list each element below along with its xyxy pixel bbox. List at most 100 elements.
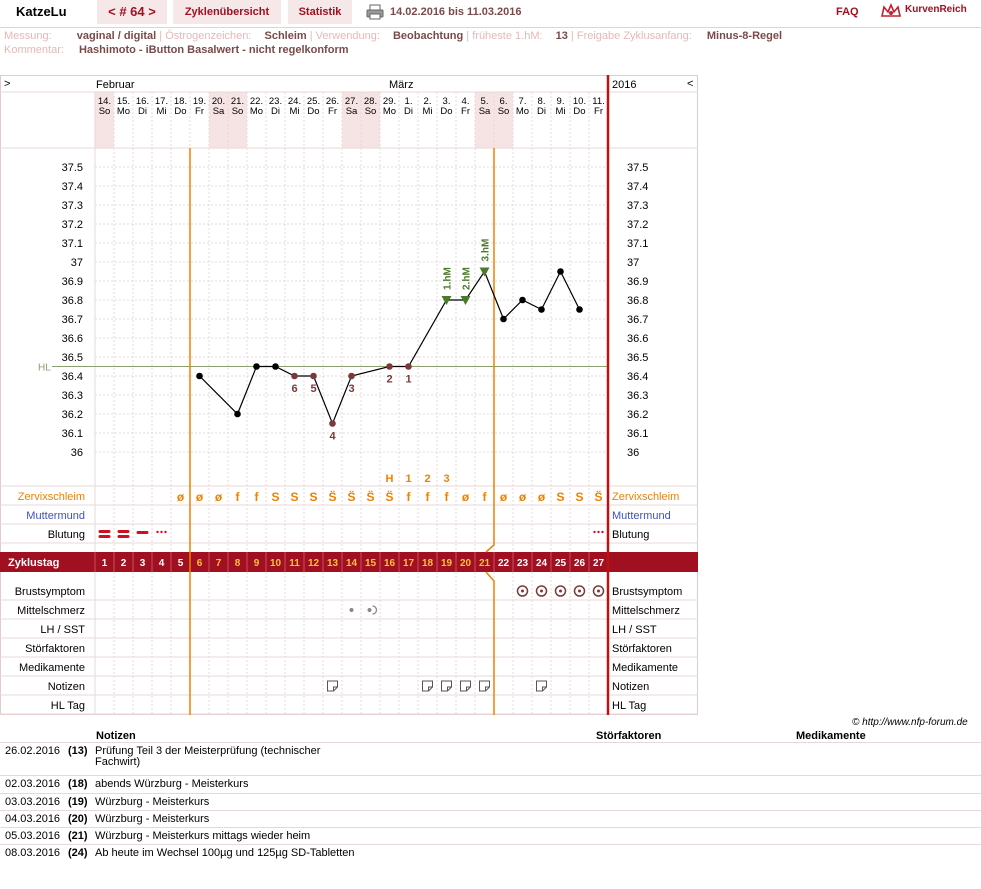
bleeding-spotting (593, 530, 596, 534)
cycle-day-number: 24 (536, 558, 548, 569)
y-tick-label-right: 37.5 (627, 162, 648, 174)
cycle-day-number: 18 (422, 558, 434, 569)
y-tick-label-left: 37 (71, 257, 83, 269)
y-tick-label-left: 36.7 (62, 314, 83, 326)
y-tick-label-left: 36.8 (62, 295, 83, 307)
y-tick-label-left: 37.3 (62, 200, 83, 212)
temperature-point (519, 296, 526, 304)
zervix-symbol: S (556, 490, 564, 504)
y-tick-label-right: 36.1 (627, 428, 648, 440)
cycle-nav[interactable]: < # 64 > (97, 0, 167, 24)
y-tick-label-right: 36.6 (627, 333, 648, 345)
crown-logo-icon[interactable] (880, 2, 902, 22)
note-text: Würzburg - Meisterkurs (95, 813, 210, 825)
cycle-day-number: 11 (289, 558, 300, 569)
cycle-day-number: 4 (159, 558, 165, 569)
point-count-label: 6 (291, 383, 297, 395)
row-label-mittel: Mittelschmerz (17, 605, 85, 617)
cycle-day-number: 25 (555, 558, 567, 569)
point-count-label: 1 (405, 374, 411, 386)
bleeding-heavy (117, 530, 130, 533)
cycle-day-number: 7 (216, 558, 222, 569)
zervix-symbol: ø (500, 490, 508, 504)
row-label-right-lh: LH / SST (612, 624, 657, 636)
y-tick-label-right: 36.2 (627, 409, 648, 421)
row-label-right-muttermund: Muttermund (612, 510, 671, 522)
tab-statistik[interactable]: Statistik (288, 0, 352, 24)
y-tick-label-right: 37.4 (627, 181, 648, 193)
temperature-point (253, 363, 260, 370)
y-tick-label-left: 37.5 (62, 162, 83, 174)
note-row: 02.03.2016 (18) abends Würzburg - Meisterk… (0, 775, 981, 792)
bleeding-spotting (597, 530, 600, 534)
nav-left: > (4, 78, 10, 90)
date-range: 14.02.2016 bis 11.03.2016 (390, 6, 522, 18)
zervix-symbol: S̈ (594, 489, 602, 504)
cycle-day-number: 2 (121, 558, 127, 569)
note-text: Würzburg - Meisterkurs mittags wieder he… (95, 830, 311, 842)
cycle-day-number: 10 (270, 558, 282, 569)
cycle-day-number: 21 (479, 558, 491, 569)
weekday-label: Do (440, 106, 452, 117)
cycle-day-number: 1 (102, 558, 108, 569)
top-bar: KatzeLu < # 64 > Zyklenübersicht Statist… (0, 0, 981, 28)
h-count-label: 3 (443, 473, 449, 485)
user-name: KatzeLu (16, 4, 67, 19)
cycle-day-number: 22 (498, 558, 510, 569)
weekday-label: Fr (195, 106, 204, 117)
temperature-point (405, 363, 412, 370)
y-tick-label-right: 36.9 (627, 276, 648, 288)
row-label-medi: Medikamente (19, 662, 85, 674)
weekday-label: Di (404, 106, 413, 117)
high-mark-label: 2.hM (462, 267, 473, 290)
faq-link[interactable]: FAQ (836, 0, 859, 24)
weekday-label: Sa (346, 106, 358, 117)
zervix-symbol: S̈ (385, 489, 393, 504)
note-row: 03.03.2016 (19) Würzburg - Meisterkurs (0, 793, 981, 810)
note-text: Ab heute im Wechsel 100µg und 125µg SD-T… (95, 847, 355, 859)
notes-header-stoerfaktoren: Störfaktoren (596, 730, 662, 742)
cycle-day-number: 3 (140, 558, 146, 569)
weekday-label: Sa (479, 106, 491, 117)
note-row: 04.03.2016 (20) Würzburg - Meisterkurs (0, 810, 981, 827)
nav-right: < (687, 78, 693, 90)
temperature-point (538, 306, 545, 313)
month-label: März (389, 79, 413, 91)
h-count-label: 1 (405, 473, 411, 485)
weekday-label: Mo (383, 106, 396, 117)
cycle-day-number: 8 (235, 558, 241, 569)
note-text: abends Würzburg - Meisterkurs (95, 778, 249, 790)
cycle-chart: 37.5 37.5 37.4 37.4 37.3 37.3 37.2 37.2 37.1 37.1… (0, 75, 698, 715)
row-label-blutung: Blutung (48, 529, 85, 541)
y-tick-label-left: 36.5 (62, 352, 83, 364)
print-icon[interactable] (366, 4, 384, 20)
y-tick-label-right: 36 (627, 447, 639, 459)
y-tick-label-left: 36.1 (62, 428, 83, 440)
weekday-label: So (498, 106, 510, 117)
cycle-day-number: 12 (308, 558, 320, 569)
note-text: Würzburg - Meisterkurs (95, 796, 210, 808)
row-label-notizen: Notizen (48, 681, 85, 693)
info-line-2: Kommentar: Hashimoto - iButton Basalwert… (4, 44, 349, 56)
tab-zyklenuebersicht[interactable]: Zyklenübersicht (173, 0, 281, 24)
bleeding-spotting (156, 530, 159, 534)
zervix-symbol: S (575, 490, 583, 504)
weekday-label: Di (537, 106, 546, 117)
temperature-point (386, 363, 393, 370)
temperature-point (557, 268, 564, 275)
weekday-label: Do (174, 106, 186, 117)
logo-text[interactable]: KurvenReich (905, 0, 967, 24)
note-date: 03.03.2016 (5, 796, 61, 808)
row-label-right-brust: Brustsymptom (612, 586, 682, 598)
weekday-label: Di (138, 106, 147, 117)
cycle-day-number: 5 (178, 558, 184, 569)
zervix-symbol: ø (177, 490, 185, 504)
weekday-label: Mi (156, 106, 166, 117)
zervix-symbol: ø (519, 490, 527, 504)
bleeding-spotting (164, 530, 167, 534)
weekday-label: Mi (422, 106, 432, 117)
zervix-symbol: ø (462, 490, 470, 504)
cycle-day-number: 19 (441, 558, 453, 569)
notes-header-medikamente: Medikamente (796, 730, 866, 742)
y-tick-label-left: 36.4 (62, 371, 83, 383)
